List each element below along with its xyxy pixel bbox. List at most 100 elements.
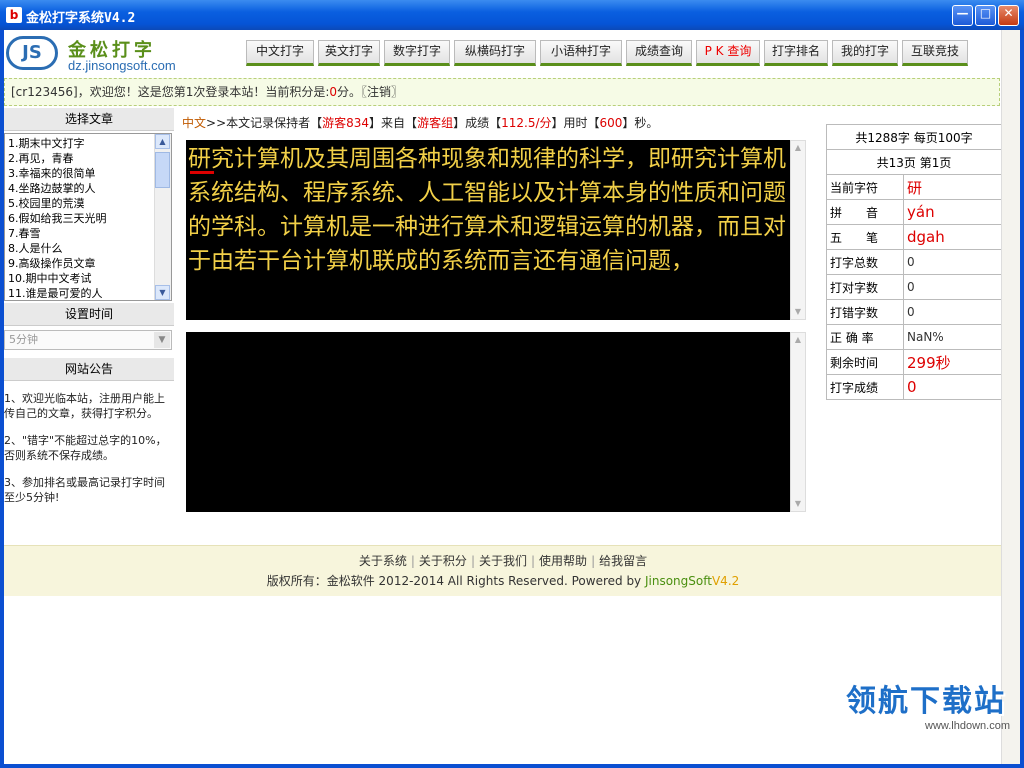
scroll-down-icon[interactable]: ▼ [791,305,805,319]
download-site-watermark: 领航下载站 www.lhdown.com [846,676,1016,736]
time-select[interactable]: 5分钟 ▼ [4,330,172,350]
app-icon: b [6,7,22,23]
article-item[interactable]: 11.谁是最可爱的人 [8,286,171,300]
article-section-heading: 选择文章 [4,108,174,131]
stat-row: 拼 音 yán [826,199,1002,225]
scroll-thumb[interactable] [155,152,170,188]
source-text-scrollbar[interactable]: ▲ ▼ [790,140,806,320]
chevron-down-icon[interactable]: ▼ [154,332,170,348]
nav-tab-pk-query[interactable]: P K 查询 [696,40,760,66]
remaining-time-value: 299秒 [903,349,1002,375]
typed-total-value: 0 [903,249,1002,275]
record-time: 600 [599,116,623,130]
stat-label: 打对字数 [826,274,904,300]
nav-tab-number[interactable]: 数字打字 [384,40,450,66]
article-listbox[interactable]: 1.期末中文打字 2.再见，青春 3.幸福来的很简单 4.坐路边鼓掌的人 5.校… [4,133,172,301]
nav-tab-my-typing[interactable]: 我的打字 [832,40,898,66]
article-item[interactable]: 7.春雪 [8,226,171,241]
article-item[interactable]: 2.再见，青春 [8,151,171,166]
source-text-panel: 研究计算机及其周围各种现象和规律的科学，即研究计算机系统结构、程序系统、人工智能… [186,140,790,320]
watermark-url: www.lhdown.com [925,720,1010,732]
record-holder-group: 游客组 [417,116,454,130]
time-select-value: 5分钟 [9,333,38,346]
nav-tab-minor-language[interactable]: 小语种打字 [540,40,622,66]
footer-link-help[interactable]: 使用帮助 [539,554,587,568]
copyright-text: 版权所有：金松软件 2012-2014 All Rights Reserved.… [266,574,645,588]
stat-row: 正 确 率 NaN% [826,324,1002,350]
time-section-heading: 设置时间 [4,303,174,326]
article-item[interactable]: 4.坐路边鼓掌的人 [8,181,171,196]
nav-tab-english[interactable]: 英文打字 [318,40,380,66]
record-text: 本文记录保持者【 [226,116,323,130]
page: JS 金松打字 dz.jinsongsoft.com 中文打字 英文打字 数字打… [4,30,1002,764]
page-scrollbar[interactable] [1001,30,1020,764]
record-text: 】成绩【 [453,116,502,130]
stat-label: 打字成绩 [826,374,904,400]
record-arrow: >> [206,116,227,130]
record-holder-name: 游客834 [322,116,370,130]
notice-section-heading: 网站公告 [4,358,174,381]
record-text: 】用时【 [551,116,600,130]
minimize-button[interactable]: — [952,5,973,26]
scroll-down-icon[interactable]: ▼ [791,497,805,511]
footer-link-message[interactable]: 给我留言 [599,554,647,568]
article-item[interactable]: 5.校园里的荒漠 [8,196,171,211]
footer-link-about-us[interactable]: 关于我们 [479,554,527,568]
logo-badge: JS [6,36,58,70]
footer-link-about-points[interactable]: 关于积分 [419,554,467,568]
notice-list: 1、欢迎光临本站，注册用户能上传自己的文章，获得打字积分。 2、"错字"不能超过… [4,381,174,505]
article-item[interactable]: 9.高级操作员文章 [8,256,171,271]
footer-separator: | [591,554,596,568]
nav-tab-zhm[interactable]: 纵横码打字 [454,40,536,66]
scroll-up-icon[interactable]: ▲ [155,134,170,149]
window-titlebar[interactable]: b 金松打字系统V4.2 — □ ✕ [0,0,1024,30]
article-item[interactable]: 6.假如给我三天光明 [8,211,171,226]
source-text: 研究计算机及其周围各种现象和规律的科学，即研究计算机系统结构、程序系统、人工智能… [188,146,786,274]
stat-label: 剩余时间 [826,349,904,375]
article-item[interactable]: 8.人是什么 [8,241,171,256]
logo-domain: dz.jinsongsoft.com [68,58,176,73]
current-char-underline [190,171,214,174]
pinyin-value: yán [903,199,1002,225]
footer-separator: | [470,554,475,568]
nav-tab-ranking[interactable]: 打字排名 [764,40,828,66]
site-logo[interactable]: JS 金松打字 dz.jinsongsoft.com [4,34,204,74]
article-item[interactable]: 1.期末中文打字 [8,136,171,151]
footer-brand[interactable]: JinsongSoft [645,574,712,588]
footer-version: V4.2 [711,574,740,588]
logout-link[interactable]: 分。〖注销〗 [337,85,403,99]
scroll-down-icon[interactable]: ▼ [155,285,170,300]
notice-item: 2、"错字"不能超过总字的10%，否则系统不保存成绩。 [4,434,167,462]
record-text: 】来自【 [369,116,418,130]
current-char-value: 研 [903,174,1002,200]
stats-table: 共1288字 每页100字 共13页 第1页 当前字符研 拼 音 yán 五 笔d… [826,124,1002,400]
notice-item: 3、参加排名或最高记录打字时间至少5分钟! [4,476,165,504]
article-item[interactable]: 10.期中中文考试 [8,271,171,286]
window-title: 金松打字系统V4.2 [26,11,136,26]
nav-tab-chinese[interactable]: 中文打字 [246,40,314,66]
scroll-up-icon[interactable]: ▲ [791,141,805,155]
record-holder-line: 中文>>本文记录保持者【游客834】来自【游客组】成绩【112.5/分】用时【6… [182,114,658,131]
welcome-text: [cr123456]，欢迎您！这是您第1次登录本站！当前积分是: [11,85,330,99]
close-button[interactable]: ✕ [998,5,1019,26]
typing-input-scrollbar[interactable]: ▲ ▼ [790,332,806,512]
nav-tab-score-query[interactable]: 成绩查询 [626,40,692,66]
record-text: 】秒。 [622,116,659,130]
page-footer: 关于系统 | 关于积分 | 关于我们 | 使用帮助 | 给我留言 版权所有：金松软件 2012-… [4,545,1002,596]
article-list-scrollbar[interactable]: ▲ ▼ [154,134,171,300]
footer-separator: | [531,554,536,568]
nav-tab-online-compete[interactable]: 互联竞技 [902,40,968,66]
stat-row: 打对字数 0 [826,274,1002,300]
total-chars: 共1288字 每页100字 [826,124,1002,150]
article-item[interactable]: 3.幸福来的很简单 [8,166,171,181]
typing-input-area[interactable] [186,332,790,512]
accuracy-value: NaN% [903,324,1002,350]
footer-link-about-system[interactable]: 关于系统 [359,554,407,568]
stat-label: 五 笔 [826,224,904,250]
scroll-up-icon[interactable]: ▲ [791,333,805,347]
stat-label: 正 确 率 [826,324,904,350]
stat-row: 打字成绩 0 [826,374,1002,400]
stat-row: 剩余时间 299秒 [826,349,1002,375]
maximize-button[interactable]: □ [975,5,996,26]
stat-label: 打字总数 [826,249,904,275]
